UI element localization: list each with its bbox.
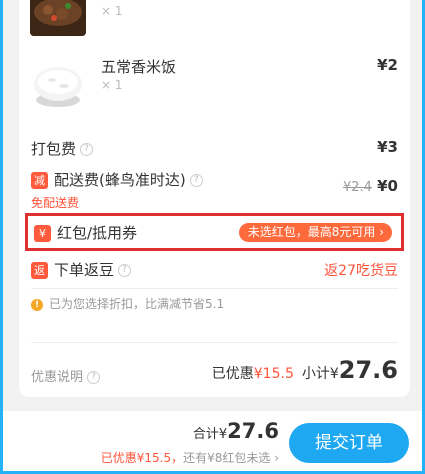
- subtotal-prefix: 小计¥: [301, 366, 339, 382]
- order-screen: × 1 五常香米饭 × 1 ¥2 打包费? ¥3 减配送费(蜂鸟准时达)? ¥2…: [3, 0, 422, 471]
- coupon-label-group: ¥ 红包/抵用券: [34, 222, 137, 243]
- help-icon[interactable]: ?: [80, 143, 94, 156]
- delivery-fee-row: 减配送费(蜂鸟准时达)?: [31, 169, 203, 190]
- help-icon: ?: [87, 371, 101, 384]
- delivery-fee-label: 配送费(蜂鸟准时达): [54, 171, 186, 189]
- submit-order-button[interactable]: 提交订单: [289, 423, 409, 463]
- coupon-select-pill[interactable]: 未选红包，最高8元可用 ›: [238, 223, 392, 242]
- discount-value: ¥15.5: [253, 366, 294, 382]
- total-value: 27.6: [227, 419, 279, 443]
- dish-photo-icon: [30, 0, 86, 36]
- delivery-final-price: ¥0: [377, 177, 398, 195]
- discount-info-label: 优惠说明: [31, 370, 84, 385]
- dish-image: [30, 0, 86, 36]
- help-icon[interactable]: ?: [189, 174, 203, 187]
- cashback-value: 返27吃货豆: [324, 263, 398, 279]
- discount-notice: ! 已为您选择折扣，比满减节省5.1: [31, 295, 224, 312]
- free-delivery-note: 免配送费: [31, 196, 80, 210]
- item-qty: × 1: [101, 4, 123, 18]
- subtotal-value: 27.6: [338, 356, 398, 384]
- cashback-badge-icon: 返: [31, 262, 48, 279]
- item-price: ¥2: [377, 56, 398, 74]
- discount-prefix: 已优惠: [211, 366, 254, 382]
- total-prefix: 合计¥: [192, 427, 228, 442]
- unselected-coupon-text: 还有¥8红包未选: [183, 451, 271, 465]
- packing-fee-label: 打包费: [31, 140, 77, 158]
- packing-fee-price: ¥3: [377, 138, 398, 156]
- savings-line[interactable]: 已优惠¥15.5，还有¥8红包未选 ›: [101, 449, 279, 466]
- discount-badge-icon: 减: [31, 172, 48, 189]
- help-icon[interactable]: ?: [118, 264, 132, 277]
- delivery-fee-price: ¥2.4 ¥0: [343, 177, 398, 195]
- packing-fee-row: 打包费?: [31, 138, 94, 159]
- chevron-right-icon: ›: [379, 225, 384, 239]
- coupon-row[interactable]: ¥ 红包/抵用券 未选红包，最高8元可用 ›: [25, 213, 404, 251]
- info-icon: !: [31, 298, 43, 311]
- coupon-badge-icon: ¥: [34, 225, 51, 242]
- divider: [31, 342, 398, 343]
- summary-totals: 已优惠¥15.5 小计¥27.6: [212, 356, 398, 384]
- dish-image: [30, 60, 86, 112]
- savings-text: 已优惠¥15.5，: [100, 451, 184, 465]
- item-qty: × 1: [101, 78, 123, 92]
- discount-info-link[interactable]: 优惠说明?: [31, 366, 101, 385]
- delivery-original-price: ¥2.4: [342, 180, 372, 195]
- notice-text: 已为您选择折扣，比满减节省5.1: [49, 297, 225, 311]
- coupon-label: 红包/抵用券: [57, 224, 138, 242]
- cashback-label: 下单返豆: [54, 261, 115, 279]
- chevron-right-icon: ›: [274, 451, 279, 465]
- item-name: 五常香米饭: [101, 58, 177, 76]
- order-card: × 1 五常香米饭 × 1 ¥2 打包费? ¥3 减配送费(蜂鸟准时达)? ¥2…: [19, 0, 410, 397]
- cashback-row: 返下单返豆?: [31, 259, 132, 280]
- checkout-bar: 合计¥27.6 已优惠¥15.5，还有¥8红包未选 › 提交订单: [3, 411, 422, 471]
- rice-bowl-icon: [34, 67, 82, 107]
- coupon-pill-text: 未选红包，最高8元可用: [247, 225, 376, 239]
- divider: [31, 288, 398, 289]
- total-amount: 合计¥27.6: [193, 419, 279, 443]
